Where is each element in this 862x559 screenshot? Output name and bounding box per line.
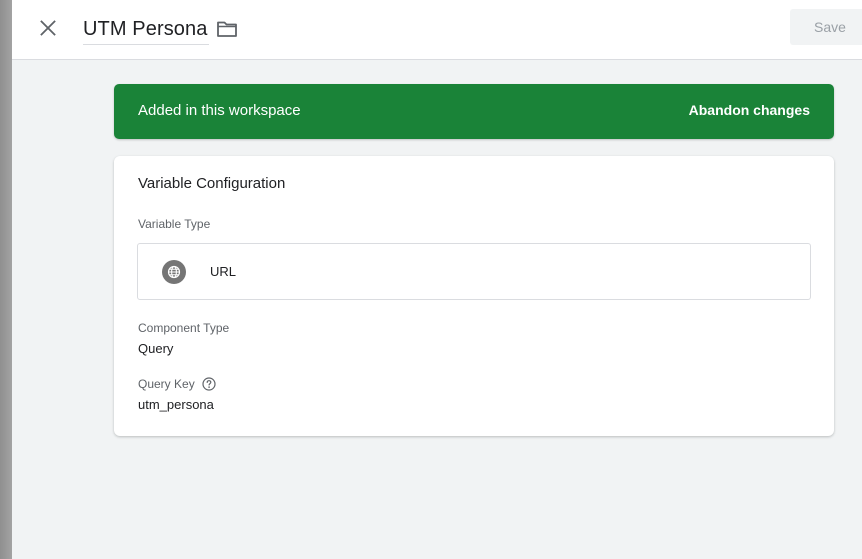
variable-name-field[interactable]: UTM Persona [83, 14, 210, 45]
variable-type-name: URL [210, 264, 237, 279]
query-key-value: utm_persona [138, 397, 214, 412]
close-icon [40, 20, 56, 36]
save-button[interactable]: Save [790, 9, 862, 45]
workspace-status-banner: Added in this workspace Abandon changes [114, 84, 834, 139]
component-type-value: Query [138, 341, 174, 356]
close-button[interactable] [34, 14, 62, 42]
folder-button[interactable] [214, 16, 240, 42]
variable-configuration-card: Variable Configuration Variable Type URL… [114, 156, 834, 436]
card-title: Variable Configuration [138, 175, 286, 192]
abandon-changes-button[interactable]: Abandon changes [689, 102, 810, 118]
variable-editor-panel: UTM Persona Save Added in this workspace… [12, 0, 862, 559]
help-icon[interactable] [201, 376, 216, 391]
backdrop-shade [0, 0, 12, 559]
variable-name: UTM Persona [83, 17, 208, 40]
banner-message: Added in this workspace [138, 102, 301, 119]
component-type-label: Component Type [138, 321, 230, 335]
variable-type-label: Variable Type [138, 217, 211, 231]
editor-header: UTM Persona Save [12, 0, 862, 60]
query-key-label: Query Key [138, 377, 195, 391]
folder-icon [217, 21, 237, 37]
variable-type-selector[interactable]: URL [137, 243, 811, 300]
globe-icon [162, 260, 186, 284]
